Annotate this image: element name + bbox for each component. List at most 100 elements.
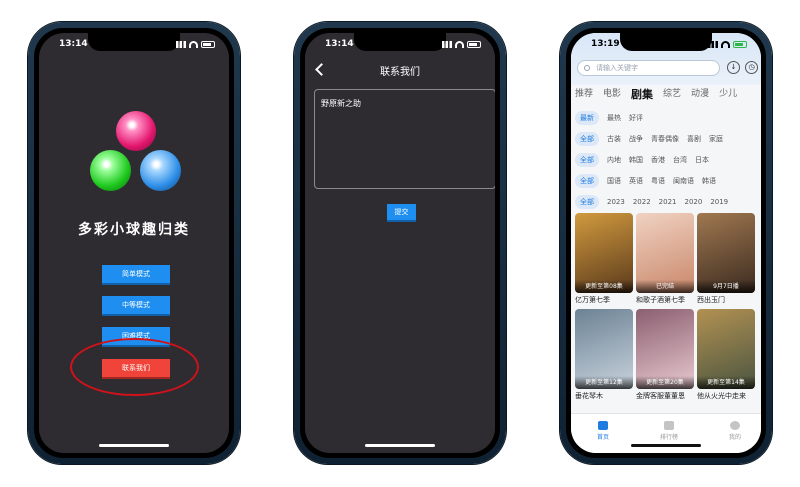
series-card[interactable]: 更新至第14集 他从火光中走来 — [697, 309, 755, 402]
nav-title: 联系我们 — [380, 67, 420, 78]
filter-chip[interactable]: 2019 — [710, 198, 728, 206]
poster-image: 更新至第08集 — [575, 213, 633, 293]
medium-mode-button[interactable]: 中等模式 — [102, 296, 170, 316]
episode-tag: 已完结 — [636, 280, 694, 293]
status-time: 13:14 — [325, 39, 354, 49]
phone-mockup-video-app: 13:19 请输入关键字 ↓ ◷ 推荐 电影 剧集 综艺 动漫 少儿 最新 最热… — [560, 22, 772, 464]
series-card[interactable]: 更新至第08集 亿万第七季 — [575, 213, 633, 306]
series-title: 金牌客服董董恩 — [636, 392, 685, 400]
series-card[interactable]: 已完结 和歌子酒第七季 — [636, 213, 694, 306]
green-ball-icon — [90, 150, 131, 191]
blue-ball-icon — [140, 150, 181, 191]
user-icon — [730, 421, 740, 430]
episode-tag: 更新至第14集 — [697, 376, 755, 389]
filter-chip[interactable]: 全部 — [575, 132, 599, 146]
chart-icon — [664, 421, 674, 430]
video-app-screen: 13:19 请输入关键字 ↓ ◷ 推荐 电影 剧集 综艺 动漫 少儿 最新 最热… — [571, 33, 761, 453]
series-card[interactable]: 更新至第20集 金牌客服董董恩 — [636, 309, 694, 402]
filter-chip[interactable]: 2020 — [684, 198, 702, 206]
wifi-icon — [189, 41, 198, 48]
filter-chip[interactable]: 国语 — [607, 176, 621, 186]
filter-chip[interactable]: 韩语 — [702, 176, 716, 186]
search-icon — [584, 65, 590, 71]
filter-chip[interactable]: 韩国 — [629, 155, 643, 165]
series-title: 他从火光中走来 — [697, 392, 746, 400]
battery-icon — [733, 41, 747, 48]
tab-series[interactable]: 剧集 — [631, 86, 653, 102]
search-input[interactable]: 请输入关键字 — [577, 60, 720, 76]
tab-anime[interactable]: 动漫 — [691, 86, 709, 102]
pink-ball-icon — [116, 111, 156, 151]
tab-label: 排行榜 — [659, 434, 678, 441]
wifi-icon — [721, 41, 730, 48]
filter-chip[interactable]: 最热 — [607, 113, 621, 123]
filter-row-language: 全部 国语 英语 粤语 闽南语 韩语 — [575, 174, 716, 188]
home-indicator — [631, 444, 701, 447]
signal-icon — [442, 41, 452, 48]
series-title: 西出玉门 — [697, 296, 725, 304]
filter-row-genre: 全部 古装 战争 青春偶像 喜剧 家庭 — [575, 132, 723, 146]
filter-chip[interactable]: 英语 — [629, 176, 643, 186]
filter-chip[interactable]: 喜剧 — [687, 134, 701, 144]
filter-chip[interactable]: 日本 — [695, 155, 709, 165]
status-time: 13:19 — [591, 39, 620, 49]
status-bar: 13:14 — [305, 39, 495, 53]
tab-recommend[interactable]: 推荐 — [575, 86, 593, 102]
home-icon — [598, 421, 608, 430]
history-icon[interactable]: ◷ — [745, 61, 758, 74]
tab-kids[interactable]: 少儿 — [719, 86, 737, 102]
poster-image: 更新至第12集 — [575, 309, 633, 389]
filter-chip[interactable]: 好评 — [629, 113, 643, 123]
filter-chip[interactable]: 战争 — [629, 134, 643, 144]
tab-profile[interactable]: 我的 — [715, 421, 755, 441]
series-title: 和歌子酒第七季 — [636, 296, 685, 304]
filter-chip[interactable]: 古装 — [607, 134, 621, 144]
filter-chip[interactable]: 内地 — [607, 155, 621, 165]
tab-variety[interactable]: 综艺 — [663, 86, 681, 102]
poster-image: 更新至第14集 — [697, 309, 755, 389]
search-placeholder: 请输入关键字 — [596, 64, 638, 72]
filter-chip[interactable]: 全部 — [575, 195, 599, 209]
poster-image: 9月7日播 — [697, 213, 755, 293]
poster-image: 已完结 — [636, 213, 694, 293]
filter-chip[interactable]: 家庭 — [709, 134, 723, 144]
filter-chip[interactable]: 2023 — [607, 198, 625, 206]
main-menu-screen: 13:14 多彩小球趣归类 简单模式 中等模式 困难模式 联系我们 — [39, 33, 229, 453]
filter-chip[interactable]: 全部 — [575, 153, 599, 167]
status-time: 13:14 — [59, 39, 88, 49]
series-card[interactable]: 更新至第12集 垂花琴木 — [575, 309, 633, 402]
tab-ranking[interactable]: 排行榜 — [649, 421, 689, 441]
filter-chip[interactable]: 最新 — [575, 111, 599, 125]
filter-chip[interactable]: 粤语 — [651, 176, 665, 186]
filter-row-region: 全部 内地 韩国 香港 台湾 日本 — [575, 153, 709, 167]
phone-mockup-main-menu: 13:14 多彩小球趣归类 简单模式 中等模式 困难模式 联系我们 — [28, 22, 240, 464]
tab-home[interactable]: 首页 — [583, 421, 623, 441]
download-icon[interactable]: ↓ — [727, 61, 740, 74]
filter-chip[interactable]: 台湾 — [673, 155, 687, 165]
battery-icon — [201, 41, 215, 48]
filter-chip[interactable]: 青春偶像 — [651, 134, 679, 144]
filter-chip[interactable]: 闽南语 — [673, 176, 694, 186]
easy-mode-button[interactable]: 简单模式 — [102, 265, 170, 285]
series-grid: 更新至第08集 亿万第七季 已完结 和歌子酒第七季 9月7日播 西出玉门 更新至… — [575, 213, 755, 402]
episode-tag: 9月7日播 — [697, 280, 755, 293]
poster-image: 更新至第20集 — [636, 309, 694, 389]
episode-tag: 更新至第12集 — [575, 376, 633, 389]
series-title: 亿万第七季 — [575, 296, 610, 304]
tab-label: 首页 — [596, 434, 609, 441]
message-textarea[interactable]: 野原新之助 — [314, 89, 495, 189]
filter-chip[interactable]: 全部 — [575, 174, 599, 188]
series-card[interactable]: 9月7日播 西出玉门 — [697, 213, 755, 306]
battery-icon — [467, 41, 481, 48]
tab-movies[interactable]: 电影 — [603, 86, 621, 102]
wifi-icon — [455, 41, 464, 48]
episode-tag: 更新至第20集 — [636, 376, 694, 389]
contact-screen: 13:14 联系我们 野原新之助 提交 — [305, 33, 495, 453]
submit-button[interactable]: 提交 — [387, 204, 416, 222]
filter-chip[interactable]: 香港 — [651, 155, 665, 165]
filter-chip[interactable]: 2021 — [659, 198, 677, 206]
filter-chip[interactable]: 2022 — [633, 198, 651, 206]
series-title: 垂花琴木 — [575, 392, 603, 400]
signal-icon — [176, 41, 186, 48]
home-indicator — [99, 444, 169, 447]
